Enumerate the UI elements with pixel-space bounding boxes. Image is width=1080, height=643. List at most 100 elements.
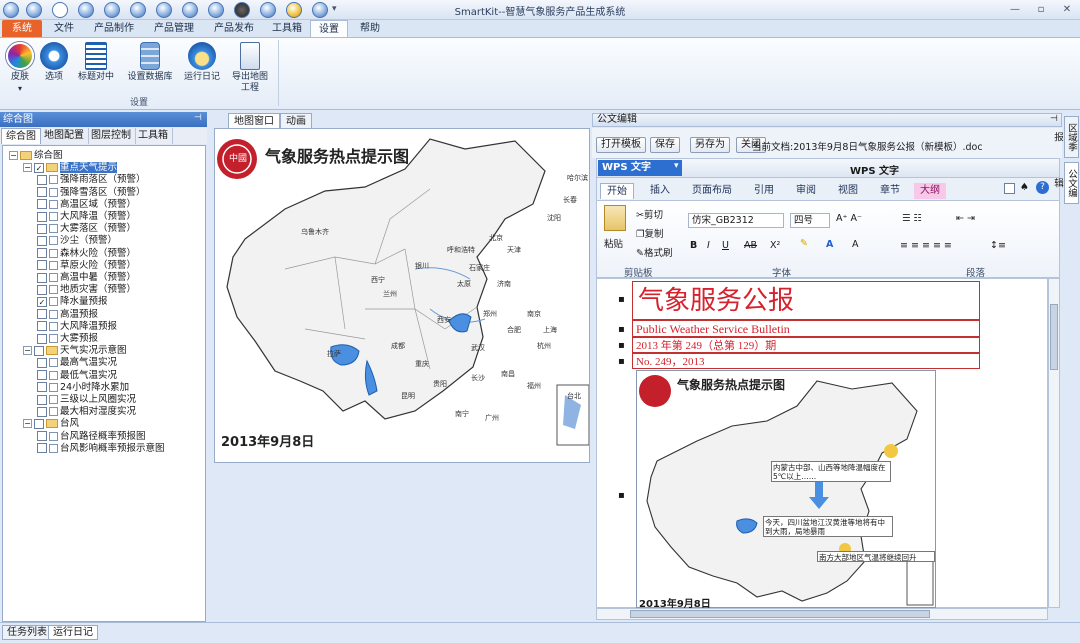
checkbox[interactable] — [37, 431, 47, 442]
checkbox[interactable]: ✓ — [34, 162, 44, 173]
cut-button[interactable]: ✂剪切 — [636, 207, 663, 221]
align-icons[interactable]: ≡ ≡ ≡ ≡ ≡ — [900, 240, 952, 251]
tab-doc-editing[interactable]: 公文编辑 — [1052, 162, 1079, 204]
checkbox[interactable] — [37, 272, 47, 283]
tab-regional-report[interactable]: 区域季报 — [1052, 116, 1079, 158]
superscript-icon[interactable]: X² — [770, 240, 780, 251]
tree-item[interactable]: 高温区域（预警） — [37, 199, 136, 211]
tab-product-publish[interactable]: 产品发布 — [206, 20, 262, 37]
checkbox[interactable] — [37, 406, 47, 417]
wps-logo-menu[interactable]: WPS 文字 — [598, 160, 682, 176]
collapse-icon[interactable]: − — [23, 419, 32, 429]
tab-help[interactable]: 帮助 — [352, 20, 388, 37]
tree-item[interactable]: 大风降温（预警） — [37, 211, 136, 223]
underline-icon[interactable]: U — [722, 240, 729, 251]
wps-tab-references[interactable]: 引用 — [748, 183, 780, 199]
tab-toolbox-panel[interactable]: 工具箱 — [134, 128, 173, 144]
skin-switch-icon[interactable]: ♠ — [1020, 182, 1029, 193]
doc-panel-pin-icon[interactable]: ⊣ — [1050, 114, 1058, 124]
tree-item[interactable]: ✓ 降水量预报 — [37, 296, 108, 308]
tree-item[interactable]: 大雾预报 — [37, 333, 98, 345]
vertical-scroll-thumb[interactable] — [1050, 304, 1058, 370]
tab-layer-control[interactable]: 图层控制 — [87, 128, 136, 144]
checkbox[interactable] — [37, 443, 47, 454]
tab-composite-map[interactable]: 综合图 — [1, 128, 41, 144]
tree-item[interactable]: 大风降温预报 — [37, 321, 117, 333]
tree-group-typhoon[interactable]: − 台风 — [23, 418, 79, 430]
tab-task-list[interactable]: 任务列表 — [2, 625, 52, 640]
tree-item[interactable]: 台风影响概率预报示意图 — [37, 443, 165, 455]
ribbon-collapse-icon[interactable] — [1004, 183, 1015, 194]
checkbox[interactable] — [37, 223, 47, 234]
tree-item[interactable]: 地质灾害（预警） — [37, 284, 136, 296]
grow-font-icon[interactable]: A⁺ A⁻ — [836, 213, 862, 224]
paste-icon[interactable] — [604, 205, 626, 231]
checkbox[interactable] — [34, 345, 44, 356]
char-shading-icon[interactable]: A — [852, 239, 859, 250]
tree-item[interactable]: 24小时降水累加 — [37, 382, 129, 394]
help-icon[interactable]: ? — [1036, 181, 1049, 194]
checkbox[interactable] — [37, 248, 47, 259]
save-button[interactable]: 保存 — [650, 137, 680, 153]
database-settings-button[interactable]: 设置数据库 — [122, 42, 178, 83]
checkbox[interactable] — [34, 418, 44, 429]
wps-tab-layout[interactable]: 页面布局 — [686, 183, 738, 199]
horizontal-scroll-thumb[interactable] — [630, 610, 930, 618]
checkbox[interactable] — [37, 260, 47, 271]
checkbox[interactable] — [37, 357, 47, 368]
tree-item[interactable]: 高温预报 — [37, 309, 98, 321]
checkbox[interactable] — [37, 309, 47, 320]
tree-item[interactable]: 最高气温实况 — [37, 357, 117, 369]
close-icon[interactable]: ✕ — [1058, 2, 1076, 17]
wps-tab-insert[interactable]: 插入 — [644, 183, 676, 199]
minimize-icon[interactable]: — — [1006, 2, 1024, 17]
paste-label[interactable]: 粘贴 — [604, 236, 623, 250]
format-painter-button[interactable]: ✎格式刷 — [636, 245, 672, 259]
tab-file[interactable]: 文件 — [46, 20, 82, 37]
options-button[interactable]: 选项 — [34, 42, 74, 83]
tab-product-make[interactable]: 产品制作 — [86, 20, 142, 37]
tab-settings[interactable]: 设置 — [310, 20, 348, 37]
export-map-project-button[interactable]: 导出地图工程 — [228, 42, 272, 94]
checkbox[interactable] — [37, 199, 47, 210]
checkbox[interactable] — [37, 394, 47, 405]
tab-toolbox[interactable]: 工具箱 — [264, 20, 310, 37]
wps-tab-view[interactable]: 视图 — [832, 183, 864, 199]
save-as-button[interactable]: 另存为 — [690, 137, 730, 153]
font-size-select[interactable]: 四号 — [790, 213, 830, 228]
strikethrough-icon[interactable]: AB — [744, 240, 757, 251]
tab-system[interactable]: 系统 — [2, 20, 42, 37]
pin-icon[interactable]: ⊣ — [194, 113, 202, 123]
collapse-icon[interactable]: − — [23, 346, 32, 356]
checkbox[interactable] — [37, 370, 47, 381]
indent-icon[interactable]: ⇤ ⇥ — [956, 213, 975, 224]
line-spacing-icon[interactable]: ↕≡ — [990, 240, 1006, 251]
tab-animation[interactable]: 动画 — [280, 113, 312, 128]
restore-icon[interactable]: ▫ — [1032, 2, 1050, 17]
checkbox[interactable] — [37, 333, 47, 344]
checkbox[interactable] — [37, 382, 47, 393]
wps-tab-outline[interactable]: 大纲 — [914, 183, 946, 199]
tree-item[interactable]: 高温中暑（预警） — [37, 272, 136, 284]
tree-item[interactable]: 森林火险（预警） — [37, 248, 136, 260]
tree-item[interactable]: 最大相对湿度实况 — [37, 406, 136, 418]
run-log-button[interactable]: 运行日记 — [180, 42, 224, 83]
font-color-icon[interactable]: A — [826, 239, 833, 250]
tree-group-key-weather[interactable]: − ✓ 重点天气提示 — [23, 162, 118, 174]
tree-root[interactable]: − 综合图 — [9, 150, 63, 162]
collapse-icon[interactable]: − — [23, 163, 32, 173]
copy-button[interactable]: ❐复制 — [636, 226, 664, 240]
font-name-select[interactable]: 仿宋_GB2312 — [688, 213, 784, 228]
highlight-icon[interactable]: ✎ — [800, 238, 808, 249]
wps-tab-chapter[interactable]: 章节 — [874, 183, 906, 199]
tree-item[interactable]: 三级以上风圈实况 — [37, 394, 136, 406]
wps-tab-home[interactable]: 开始 — [600, 183, 634, 199]
bold-icon[interactable]: B — [690, 240, 697, 251]
checkbox[interactable] — [37, 211, 47, 222]
italic-icon[interactable]: I — [707, 240, 710, 251]
checkbox[interactable] — [37, 321, 47, 332]
tree-item[interactable]: 台风路径概率预报图 — [37, 431, 146, 443]
collapse-icon[interactable]: − — [9, 151, 18, 160]
checkbox[interactable] — [37, 235, 47, 246]
wps-tab-review[interactable]: 审阅 — [790, 183, 822, 199]
